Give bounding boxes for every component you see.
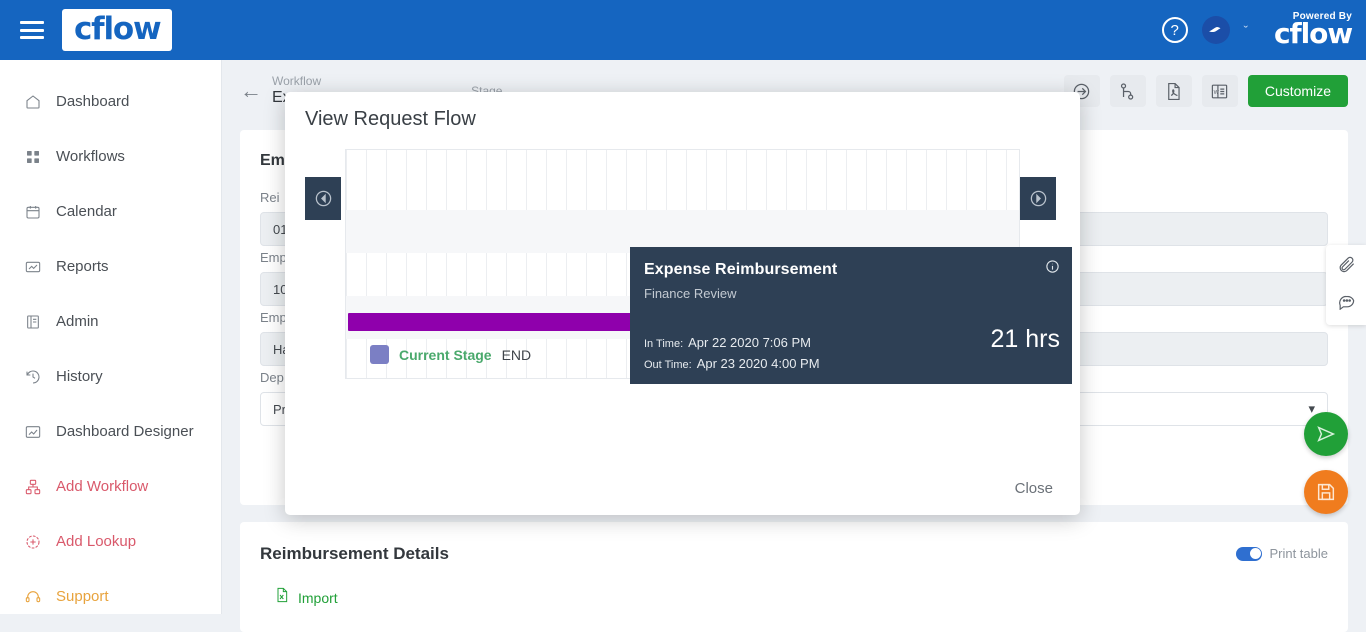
sidebar-item-label: Add Workflow <box>56 478 149 495</box>
toggle-label: Print table <box>1269 546 1328 561</box>
app-logo[interactable]: cflow <box>62 9 173 51</box>
add-lookup-icon <box>22 533 44 551</box>
app-logo-text: cflow <box>74 10 162 47</box>
sidebar-item-workflows[interactable]: Workflows <box>0 129 221 184</box>
clock-history-icon <box>22 368 44 386</box>
breadcrumb-workflow-label: Workflow <box>272 74 322 88</box>
print-table-toggle[interactable]: Print table <box>1236 546 1328 561</box>
info-circle-icon[interactable] <box>1045 259 1060 274</box>
add-workflow-icon <box>22 478 44 496</box>
tooltip-title: Expense Reimbursement <box>644 261 838 278</box>
previous-stage-button[interactable] <box>305 177 341 220</box>
tooltip-out-time-label: Out Time: <box>644 359 692 371</box>
top-navigation-bar: cflow ? ˇ Powered By cflow <box>0 0 1366 60</box>
avatar[interactable] <box>1201 16 1230 44</box>
word-file-icon[interactable]: W <box>1201 75 1238 107</box>
sidebar-item-label: Calendar <box>56 203 117 220</box>
sidebar-item-label: Add Lookup <box>56 533 137 550</box>
legend-swatch <box>370 345 389 364</box>
next-stage-button[interactable] <box>1020 177 1056 220</box>
sidebar-item-label: History <box>56 368 103 385</box>
sidebar-item-label: Workflows <box>56 148 125 165</box>
tooltip-out-time-row: Out Time: Apr 23 2020 4:00 PM <box>644 354 820 375</box>
sidebar-item-add-workflow[interactable]: Add Workflow <box>0 459 221 514</box>
tooltip-in-time-label: In Time: <box>644 338 684 350</box>
view-request-flow-modal: View Request Flow 21 hrs Finance Review … <box>285 92 1080 515</box>
excel-import-icon <box>274 586 290 609</box>
tooltip-subtitle: Finance Review <box>644 286 737 301</box>
sidebar-item-reports[interactable]: Reports <box>0 239 221 294</box>
svg-text:W: W <box>1214 89 1220 95</box>
tooltip-out-time-value: Apr 23 2020 4:00 PM <box>696 356 820 371</box>
comment-icon[interactable] <box>1337 291 1356 315</box>
question-circle-icon[interactable]: ? <box>1161 17 1188 43</box>
tooltip-duration: 21 hrs <box>990 325 1060 353</box>
sidebar-item-label: Dashboard <box>56 93 130 110</box>
sidebar-item-support[interactable]: Support <box>0 569 221 624</box>
book-icon <box>22 313 44 331</box>
import-button[interactable]: Import <box>274 586 338 609</box>
sidebar-item-label: Reports <box>56 258 109 275</box>
powered-by-logo: Powered By cflow <box>1274 12 1353 50</box>
tooltip-in-time-row: In Time: Apr 22 2020 7:06 PM <box>644 333 820 354</box>
sidebar-item-history[interactable]: History <box>0 349 221 404</box>
section-title: Reimbursement Details <box>260 544 449 563</box>
sidebar: Dashboard Workflows Calendar Reports Adm… <box>0 60 222 614</box>
tooltip-times: In Time: Apr 22 2020 7:06 PM Out Time: Apr… <box>644 333 820 375</box>
powered-by-brand: cflow <box>1274 17 1353 50</box>
designer-icon <box>22 423 44 441</box>
branch-icon[interactable] <box>1109 75 1146 107</box>
back-arrow-icon[interactable]: ← <box>240 80 262 102</box>
toggle-switch[interactable] <box>1236 546 1263 561</box>
import-label: Import <box>298 589 338 606</box>
close-button[interactable]: Close <box>1015 480 1053 497</box>
sidebar-item-label: Support <box>56 588 109 605</box>
send-button[interactable] <box>1304 412 1348 456</box>
calendar-icon <box>22 203 44 221</box>
sidebar-item-label: Admin <box>56 313 99 330</box>
sidebar-item-dashboard-designer[interactable]: Dashboard Designer <box>0 404 221 459</box>
legend-current-stage-value: END <box>501 346 532 363</box>
stage-tooltip: Expense Reimbursement Finance Review In … <box>630 247 1072 384</box>
home-icon <box>22 93 44 111</box>
modal-title: View Request Flow <box>305 108 476 130</box>
legend-current-stage-label: Current Stage <box>399 346 492 363</box>
sidebar-item-add-lookup[interactable]: Add Lookup <box>0 514 221 569</box>
headset-icon <box>22 588 44 606</box>
sidebar-item-dashboard[interactable]: Dashboard <box>0 74 221 129</box>
report-icon <box>22 258 44 276</box>
reimbursement-details-card: Reimbursement Details Print table Import <box>240 522 1348 632</box>
save-button[interactable] <box>1304 470 1348 514</box>
side-action-rail <box>1326 245 1366 325</box>
hamburger-menu-icon[interactable] <box>20 21 44 39</box>
sidebar-item-calendar[interactable]: Calendar <box>0 184 221 239</box>
customize-button[interactable]: Customize <box>1247 75 1348 107</box>
toolbar: W Customize <box>1063 75 1366 107</box>
arrow-right-circle-icon <box>1030 190 1046 207</box>
paperclip-icon[interactable] <box>1337 255 1356 279</box>
chart-legend: Current Stage END <box>370 345 531 364</box>
tooltip-in-time-value: Apr 22 2020 7:06 PM <box>688 335 811 350</box>
arrow-left-circle-icon <box>315 190 331 207</box>
sidebar-item-admin[interactable]: Admin <box>0 294 221 349</box>
grid-icon <box>22 148 44 166</box>
pdf-file-icon[interactable] <box>1155 75 1192 107</box>
sidebar-item-label: Dashboard Designer <box>56 423 194 440</box>
top-bar-actions: ? ˇ Powered By cflow <box>1161 12 1366 50</box>
chevron-down-icon[interactable]: ˇ <box>1244 23 1248 38</box>
